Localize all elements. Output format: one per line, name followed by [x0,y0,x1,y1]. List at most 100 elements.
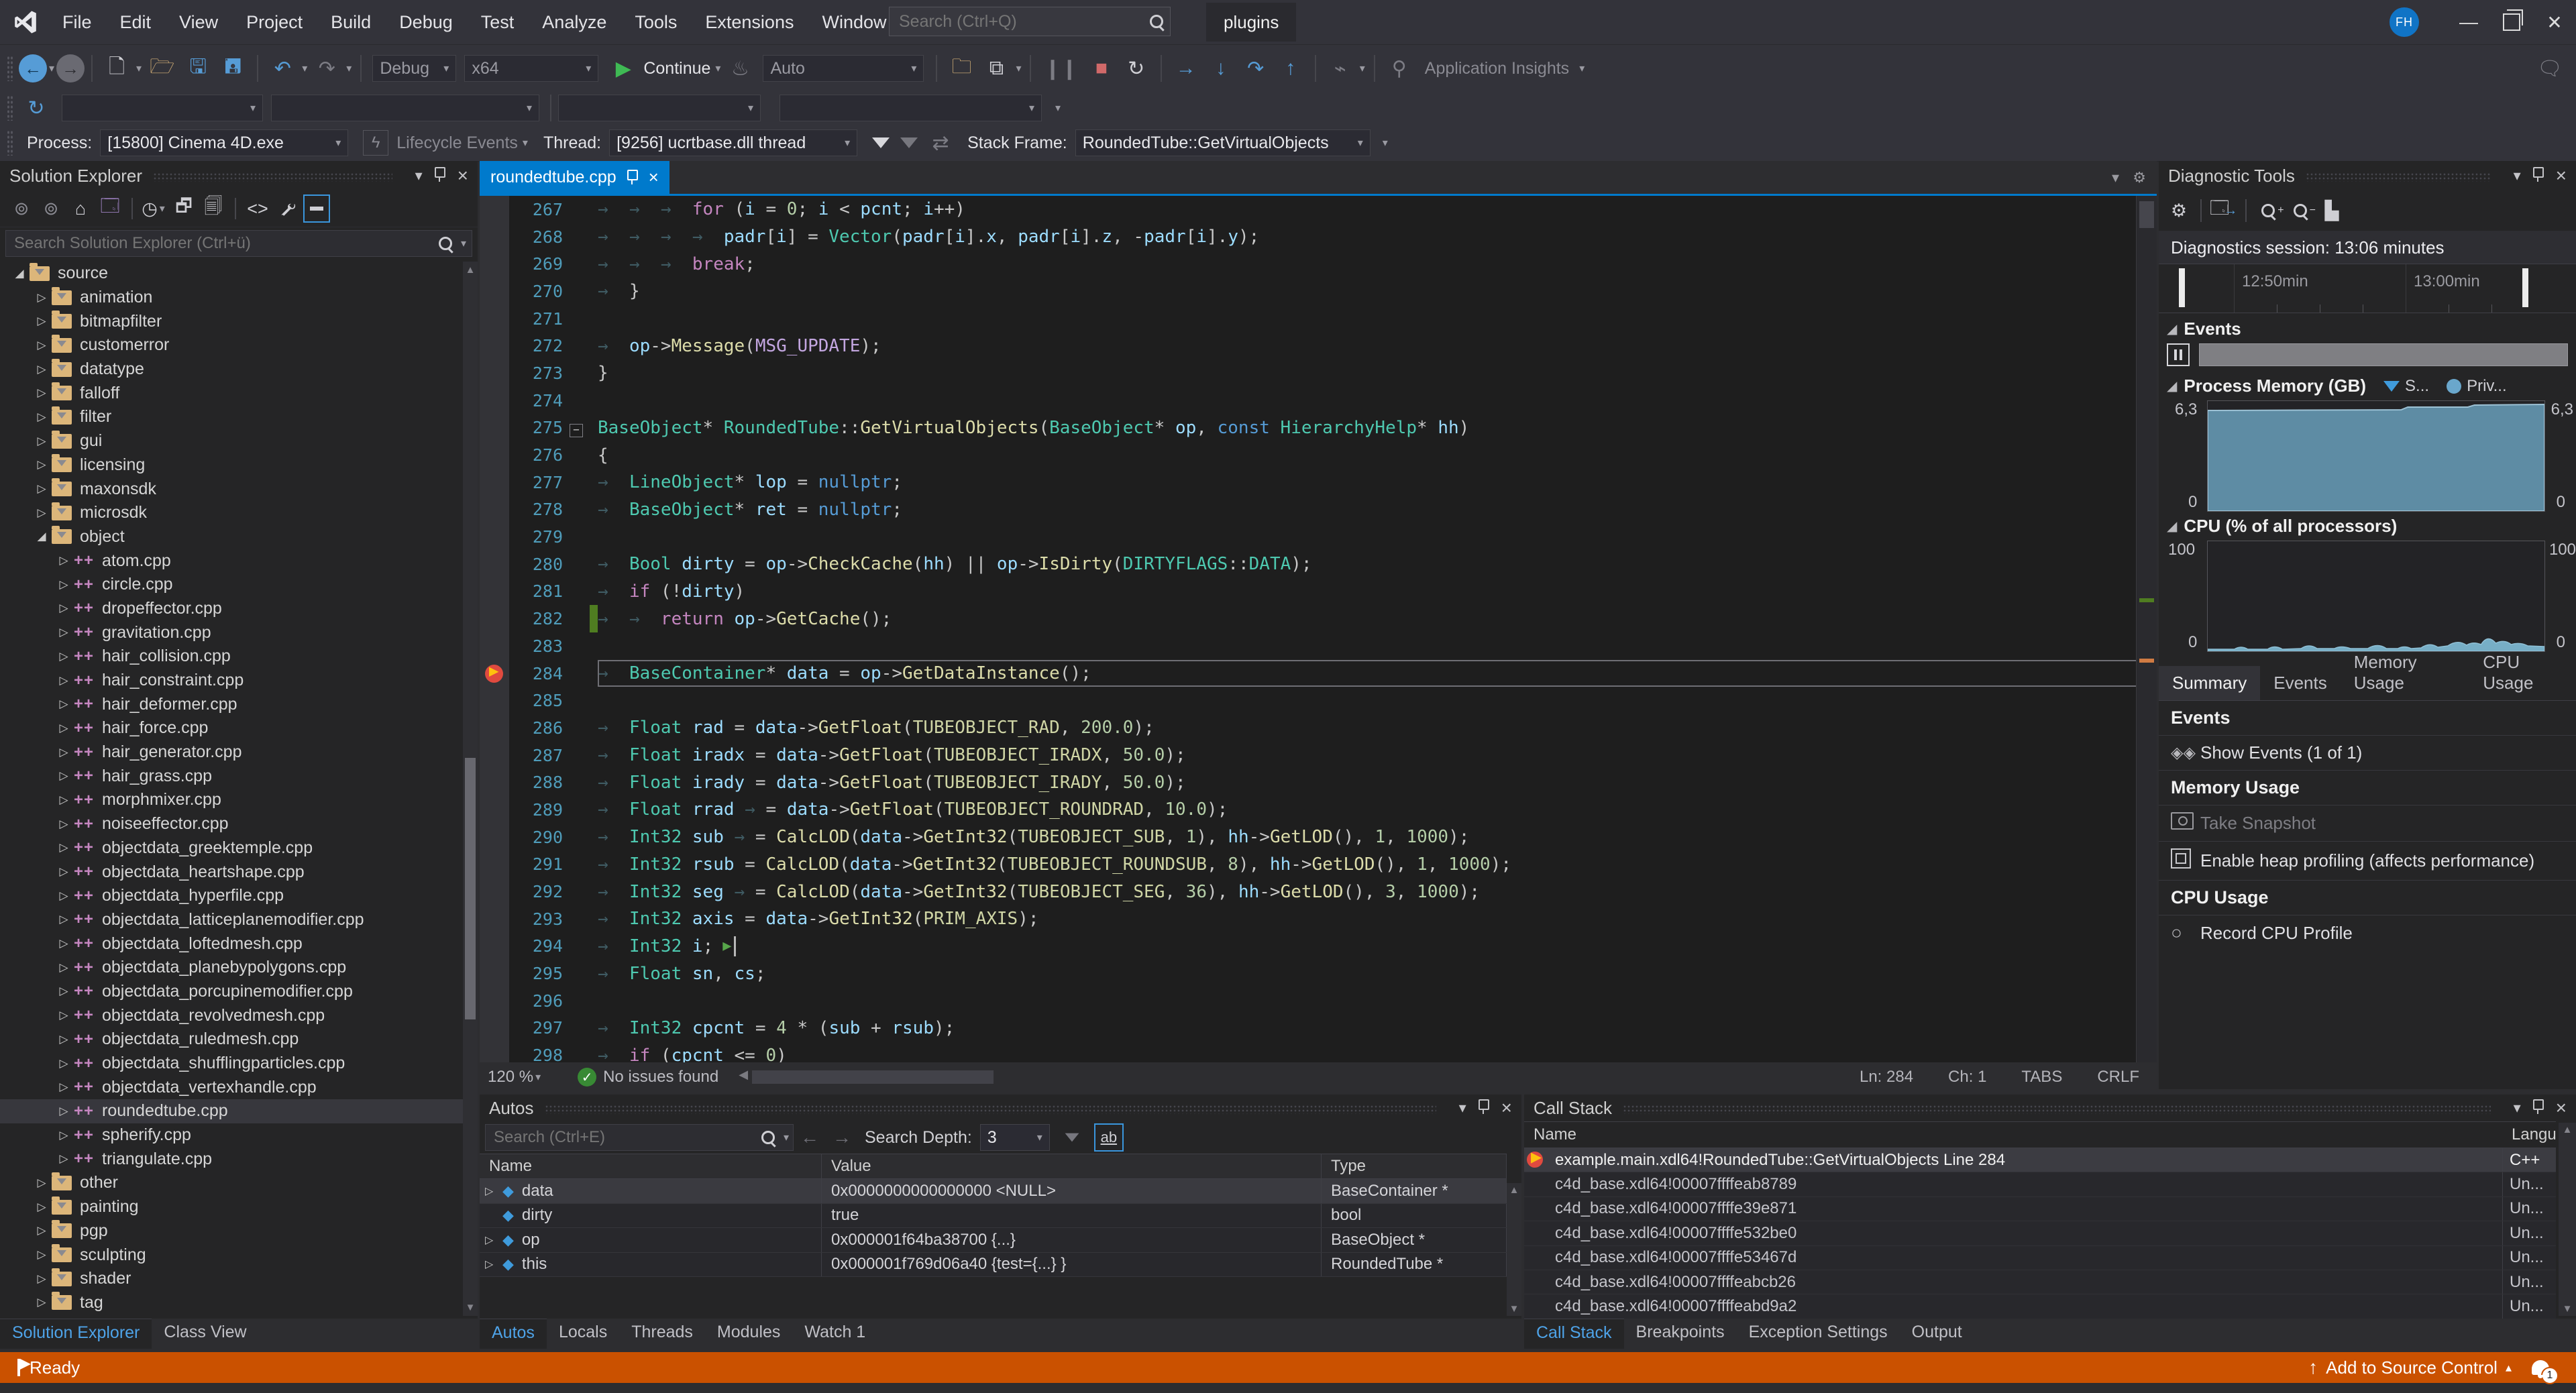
fold-margin[interactable]: − [570,418,590,438]
diagnostics-timeline[interactable]: 12:50min 13:00min [2159,264,2576,313]
notifications-bell-icon[interactable]: 1 [2532,1360,2549,1375]
record-cpu-profile-button[interactable]: ○ Record CPU Profile [2159,915,2576,950]
expand-arrow-icon[interactable]: ▷ [54,698,74,711]
expand-arrow-icon[interactable]: ▷ [482,1258,502,1271]
collapse-arrow-icon[interactable]: ◢ [32,530,52,543]
enable-heap-profiling-link[interactable]: Enable heap profiling (affects performan… [2159,842,2576,881]
breakpoint-margin[interactable] [480,933,509,960]
search-next-icon[interactable]: → [833,1127,851,1148]
code-line[interactable]: 269→ → → break; [480,250,2157,278]
tree-item-roundedtube-cpp[interactable]: ▷++roundedtube.cpp [0,1099,463,1123]
tree-item-gravitation-cpp[interactable]: ▷++gravitation.cpp [0,620,463,645]
quick-search-box[interactable] [889,7,1171,36]
tree-item-filter[interactable]: ▷filter [0,405,463,429]
attach-mode-dropdown[interactable]: Auto▾ [763,55,924,82]
breakpoint-margin[interactable] [480,824,509,851]
restore-button[interactable] [2490,0,2533,44]
code-line[interactable]: 296 [480,987,2157,1015]
code-line[interactable]: 283 [480,632,2157,660]
code-line-text[interactable]: → if (cpcnt <= 0) [598,1042,2157,1062]
preview-window-icon[interactable]: ⧉ [985,54,1008,83]
tree-item-bitmapfilter[interactable]: ▷bitmapfilter [0,309,463,333]
code-line[interactable]: 277→ LineObject* lop = nullptr; [480,469,2157,496]
collapse-arrow-icon[interactable]: ◢ [9,267,30,280]
breakpoint-margin[interactable] [480,359,509,387]
call-stack-frame[interactable]: c4d_base.xdl64!00007ffffe39e871Un... [1524,1197,2556,1221]
tree-item-objectdata_ruledmesh-cpp[interactable]: ▷++objectdata_ruledmesh.cpp [0,1027,463,1052]
stack-tab-output[interactable]: Output [1900,1319,1974,1348]
breakpoint-margin[interactable] [480,769,509,796]
tree-item-customerror[interactable]: ▷customerror [0,333,463,357]
toolbar-grip[interactable] [7,130,13,156]
scrollbar-thumb[interactable] [2139,201,2154,228]
code-line-text[interactable]: → Int32 i;▶ [598,933,2157,960]
code-line[interactable]: 298→ if (cpcnt <= 0) [480,1042,2157,1062]
tree-item-objectdata_shufflingparticles-cpp[interactable]: ▷++objectdata_shufflingparticles.cpp [0,1052,463,1076]
collapse-all-icon[interactable]: 🗐 [200,194,227,223]
expand-arrow-icon[interactable]: ▷ [54,1009,74,1022]
expand-arrow-icon[interactable]: ▷ [54,1033,74,1046]
zoom-in-icon[interactable]: + [2255,197,2284,225]
tab-list-dropdown-icon[interactable]: ▾ [2112,169,2119,186]
breakpoint-margin[interactable] [480,250,509,278]
undo-button[interactable]: ↶ [271,54,294,83]
breakpoint-margin[interactable] [480,441,509,469]
search-dropdown-icon[interactable]: ▾ [784,1131,789,1144]
call-stack-frame[interactable]: c4d_base.xdl64!00007ffffeab8789Un... [1524,1172,2556,1196]
breakpoint-margin[interactable] [480,551,509,578]
expand-arrow-icon[interactable]: ▷ [32,339,52,352]
breakpoint-margin[interactable] [480,414,509,442]
expand-arrow-icon[interactable]: ▷ [32,1248,52,1262]
tree-item-objectdata_loftedmesh-cpp[interactable]: ▷++objectdata_loftedmesh.cpp [0,932,463,956]
tree-item-objectdata_hyperfile-cpp[interactable]: ▷++objectdata_hyperfile.cpp [0,884,463,908]
code-line[interactable]: 270→ } [480,278,2157,305]
pin-icon[interactable] [2533,167,2544,184]
restart-button[interactable]: ↻ [1125,54,1148,83]
expand-arrow-icon[interactable]: ▷ [54,1105,74,1118]
continue-button[interactable]: Continue [643,59,710,78]
breakpoint-margin[interactable] [480,987,509,1015]
lifecycle-events-dropdown-icon[interactable]: ▾ [523,136,528,150]
breakpoint-margin[interactable] [480,278,509,305]
code-line-text[interactable]: → Float iradx = data->GetFloat(TUBEOBJEC… [598,742,2157,769]
variable-value[interactable]: true [822,1204,1322,1228]
code-line[interactable]: 290→ Int32 sub → = CalcLOD(data->GetInt3… [480,824,2157,851]
switch-views-icon[interactable]: 🗔 [97,194,123,223]
menu-edit[interactable]: Edit [106,0,166,44]
expand-arrow-icon[interactable]: ▷ [54,554,74,567]
filter-flagged-threads-icon[interactable] [900,137,918,148]
tree-item-triangulate-cpp[interactable]: ▷++triangulate.cpp [0,1147,463,1171]
code-line-text[interactable]: → Float sn, cs; [598,960,2157,987]
cpu-chart[interactable]: 100 100 0 0 [2159,541,2576,652]
user-avatar[interactable]: FH [2390,7,2419,37]
memory-legend-private[interactable]: Priv... [2447,377,2507,396]
code-line[interactable]: 271 [480,305,2157,333]
code-line-text[interactable]: → BaseContainer* data = op->GetDataInsta… [598,660,2157,687]
expand-arrow-icon[interactable]: ▷ [482,1184,502,1198]
code-line-text[interactable]: → → return op->GetCache(); [598,605,2157,632]
code-cleanup-dropdown-icon[interactable]: ▾ [1360,62,1365,75]
scrollbar-thumb[interactable] [465,758,476,1019]
code-line[interactable]: 279 [480,523,2157,551]
code-line[interactable]: ▶284→ BaseContainer* data = op->GetDataI… [480,660,2157,687]
panel-drag-area[interactable] [153,172,392,182]
code-line-text[interactable]: { [598,441,2157,469]
breakpoint-margin[interactable] [480,578,509,606]
expand-arrow-icon[interactable]: ▷ [32,1224,52,1237]
scroll-down-icon[interactable]: ▼ [2559,1303,2576,1315]
timeline-left-handle[interactable] [2179,268,2185,307]
solution-explorer-header[interactable]: Solution Explorer ▾ × [0,161,478,190]
quick-search-input[interactable] [890,12,1143,32]
take-snapshot-button[interactable]: Take Snapshot [2159,805,2576,842]
breakpoint-margin[interactable] [480,496,509,524]
code-line-text[interactable]: → } [598,278,2157,305]
scroll-up-icon[interactable]: ▲ [2559,1124,2576,1135]
tree-forward-icon[interactable]: ⊚ [38,194,64,223]
code-line[interactable]: 275−BaseObject* RoundedTube::GetVirtualO… [480,414,2157,442]
hot-reload-icon[interactable]: ♨ [729,54,751,83]
diagnostics-tab-memory-usage[interactable]: Memory Usage [2341,645,2470,700]
autos-row-op[interactable]: ▷◆op0x000001f64ba38700 {...}BaseObject * [480,1228,1507,1253]
pin-icon[interactable] [2533,1099,2544,1117]
column-header-language[interactable]: Langu [2502,1122,2556,1148]
expand-arrow-icon[interactable]: ▷ [54,769,74,783]
